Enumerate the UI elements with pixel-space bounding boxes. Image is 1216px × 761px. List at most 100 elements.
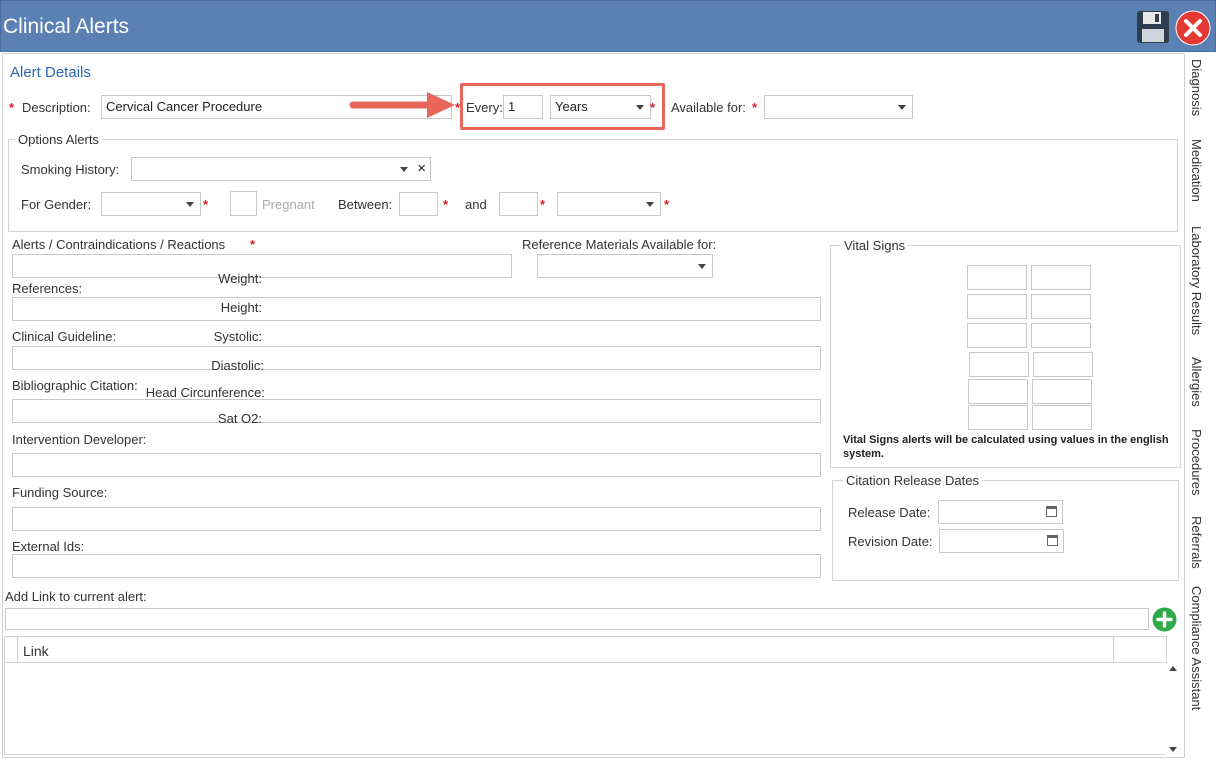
reference-materials-select[interactable] [537, 254, 713, 278]
calendar-icon[interactable] [1046, 506, 1057, 517]
tab-procedures[interactable]: Procedures [1189, 429, 1204, 495]
description-label: Description: [22, 100, 91, 115]
required-marker: * [250, 237, 256, 252]
between-from-input[interactable] [399, 192, 438, 216]
systolic-min-input[interactable] [967, 323, 1027, 348]
release-date-input[interactable] [938, 500, 1063, 524]
height-max-input[interactable] [1031, 294, 1091, 319]
available-for-label: Available for: [671, 100, 746, 115]
tab-allergies[interactable]: Allergies [1189, 357, 1204, 407]
weight-max-input[interactable] [1031, 265, 1091, 290]
vital-diastolic-label: Diastolic: [211, 358, 264, 373]
clinical-guideline-input[interactable] [12, 346, 821, 370]
scroll-up-icon[interactable] [1169, 666, 1177, 671]
required-marker: * [9, 100, 15, 115]
intervention-developer-label: Intervention Developer: [12, 432, 147, 447]
link-column-header[interactable]: Link [23, 643, 49, 659]
alerts-label: Alerts / Contraindications / Reactions [12, 237, 226, 252]
gender-label: For Gender: [21, 197, 92, 212]
pregnant-checkbox[interactable] [230, 191, 257, 216]
window-title: Clinical Alerts [3, 15, 130, 38]
external-ids-input[interactable] [12, 554, 821, 578]
funding-source-input[interactable] [12, 507, 821, 531]
options-alerts-legend: Options Alerts [15, 132, 102, 147]
vital-head-circumference-label: Head Circunference: [145, 385, 265, 400]
vital-height-label: Height: [220, 300, 262, 315]
tab-compliance-assistant[interactable]: Compliance Assistant [1189, 586, 1204, 710]
release-date-label: Release Date: [848, 505, 931, 520]
save-icon[interactable] [1136, 10, 1170, 44]
clear-icon[interactable]: × [417, 160, 426, 177]
chevron-down-icon [898, 105, 906, 110]
gender-select[interactable] [101, 192, 201, 216]
weight-min-input[interactable] [967, 265, 1027, 290]
alerts-input[interactable] [12, 254, 512, 278]
age-unit-select[interactable] [557, 192, 661, 216]
systolic-max-input[interactable] [1031, 323, 1091, 348]
required-marker: * [664, 197, 670, 212]
clinical-guideline-label: Clinical Guideline: [12, 329, 117, 344]
bibliographic-citation-input[interactable] [12, 399, 821, 423]
close-icon[interactable] [1175, 10, 1211, 46]
height-min-input[interactable] [967, 294, 1027, 319]
pregnant-label: Pregnant [262, 197, 315, 212]
smoking-history-select[interactable]: × [131, 157, 431, 181]
required-marker: * [203, 197, 209, 212]
revision-date-label: Revision Date: [848, 534, 933, 549]
between-to-input[interactable] [499, 192, 538, 216]
chevron-down-icon [646, 202, 654, 207]
scroll-down-icon[interactable] [1169, 747, 1177, 752]
required-marker: * [540, 197, 546, 212]
available-for-select[interactable] [764, 95, 913, 119]
vital-weight-label: Weight: [218, 271, 262, 286]
sat-o2-max-input[interactable] [1032, 405, 1092, 430]
required-marker: * [752, 100, 758, 115]
references-label: References: [12, 281, 83, 296]
head-circumference-max-input[interactable] [1032, 379, 1092, 404]
calendar-icon[interactable] [1047, 535, 1058, 546]
chevron-down-icon [698, 264, 706, 269]
grid-divider [1113, 637, 1114, 663]
description-value: Cervical Cancer Procedure [106, 99, 263, 114]
vital-sat-o2-label: Sat O2: [217, 411, 262, 426]
alert-form: Alert Details * Description: Cervical Ca… [2, 53, 1185, 758]
highlight-annotation [460, 83, 665, 130]
grid-scrollbar[interactable] [1165, 663, 1184, 755]
tab-diagnosis[interactable]: Diagnosis [1189, 59, 1204, 116]
diastolic-max-input[interactable] [1033, 352, 1093, 377]
add-link-input[interactable] [5, 608, 1149, 630]
sat-o2-min-input[interactable] [968, 405, 1028, 430]
tab-referrals[interactable]: Referrals [1189, 516, 1204, 569]
vital-signs-legend: Vital Signs [841, 238, 909, 253]
links-grid: Link [4, 636, 1167, 755]
side-tabs: Diagnosis Medication Laboratory Results … [1187, 53, 1216, 758]
alert-details-heading: Alert Details [10, 64, 91, 81]
intervention-developer-input[interactable] [12, 453, 821, 477]
chevron-down-icon [400, 167, 408, 172]
between-label: Between: [338, 197, 393, 212]
citation-dates-legend: Citation Release Dates [843, 473, 982, 488]
external-ids-label: External Ids: [12, 539, 85, 554]
bibliographic-citation-label: Bibliographic Citation: [12, 378, 138, 393]
tab-laboratory-results[interactable]: Laboratory Results [1189, 226, 1204, 335]
diastolic-min-input[interactable] [969, 352, 1029, 377]
vital-systolic-label: Systolic: [213, 329, 262, 344]
chevron-down-icon [186, 202, 194, 207]
references-input[interactable] [12, 297, 821, 321]
plus-circle-icon[interactable] [1152, 607, 1177, 632]
smoking-history-label: Smoking History: [21, 162, 120, 177]
revision-date-input[interactable] [939, 529, 1064, 553]
links-grid-header: Link [5, 637, 1166, 663]
grid-divider [17, 637, 18, 663]
vital-signs-note: Vital Signs alerts will be calculated us… [843, 434, 1169, 460]
title-bar: Clinical Alerts [0, 0, 1216, 52]
add-link-label: Add Link to current alert: [5, 589, 147, 604]
arrow-annotation [349, 92, 455, 118]
required-marker: * [443, 197, 449, 212]
options-alerts-group [8, 139, 1178, 232]
funding-source-label: Funding Source: [12, 485, 108, 500]
reference-materials-label: Reference Materials Available for: [522, 237, 717, 252]
head-circumference-min-input[interactable] [968, 379, 1028, 404]
and-label: and [465, 197, 487, 212]
tab-medication[interactable]: Medication [1189, 139, 1204, 202]
